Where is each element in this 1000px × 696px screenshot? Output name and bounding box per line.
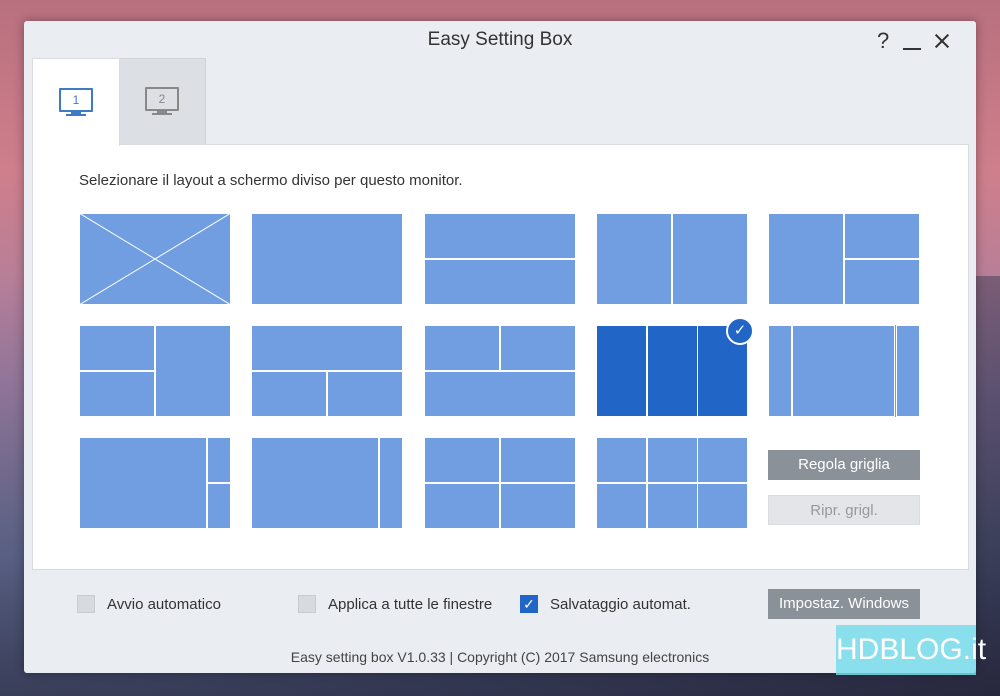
split-layout-option[interactable] [251,437,403,529]
layout-cell [79,437,207,529]
layout-cell [379,437,403,529]
layout-cell [500,437,576,483]
split-layout-option[interactable] [79,325,231,417]
split-layout-option[interactable] [596,213,748,305]
split-layout-option[interactable] [251,213,403,305]
layout-cell [79,325,155,371]
layout-cell [424,437,500,483]
layout-cell [207,437,231,483]
layout-cell [596,437,647,483]
split-layout-option[interactable] [79,213,231,305]
layout-cell [155,325,231,417]
split-layout-option[interactable] [424,437,576,529]
layout-cell [697,437,748,483]
layout-cell [697,483,748,529]
split-layout-option[interactable]: ✓ [596,317,754,417]
layout-cell [768,325,792,417]
selected-check-icon: ✓ [726,317,754,345]
layout-cell [251,325,403,371]
close-icon[interactable] [932,29,952,53]
layout-cell [672,213,748,305]
layout-panel: Selezionare il layout a schermo diviso p… [32,144,969,570]
window-title: Easy Setting Box [427,29,573,50]
monitor-icon: 2 [145,87,179,117]
split-layout-option[interactable] [424,213,576,305]
layout-cell [647,325,698,417]
monitor-number: 1 [59,87,93,112]
help-icon[interactable]: ? [877,29,889,53]
split-layout-option[interactable] [424,325,576,417]
copyright-text: Easy setting box V1.0.33 | Copyright (C)… [290,649,710,665]
auto-save-checkbox[interactable]: ✓ Salvataggio automat. [520,595,691,613]
reset-grid-button[interactable]: Ripr. grigl. [768,495,920,525]
layout-cell [207,483,231,529]
layout-cell [424,259,576,305]
layout-cell [896,325,920,417]
layout-cell [500,325,576,371]
layout-cell [768,213,844,305]
checkmark-icon: ✓ [520,595,538,613]
split-layout-option[interactable] [596,437,748,529]
minimize-icon[interactable] [901,29,921,53]
split-layout-option[interactable] [251,325,403,417]
split-layout-option[interactable] [768,325,920,417]
layout-cell [251,213,403,305]
layout-cell [424,371,576,417]
watermark-logo: HDBLOG.it [836,625,986,675]
layout-cell [596,325,647,417]
checkbox-label: Applica a tutte le finestre [328,595,493,613]
layout-cell [424,483,500,529]
auto-start-checkbox[interactable]: Avvio automatico [77,595,221,613]
layout-cell [792,325,895,417]
split-layout-option[interactable] [79,437,231,529]
layout-cell [251,437,379,529]
layout-cell [647,483,698,529]
layout-cell [844,213,920,259]
tab-monitor-1[interactable]: 1 [32,58,120,146]
monitor-icon: 1 [59,87,93,118]
layout-cell [251,371,327,417]
layout-cell [79,371,155,417]
checkbox-label: Salvataggio automat. [550,595,691,613]
options-bar: Avvio automatico Applica a tutte le fine… [32,569,967,639]
layout-cell [424,325,500,371]
layout-cell [596,213,672,305]
checkbox-box [298,595,316,613]
layout-cell [500,483,576,529]
tab-monitor-2[interactable]: 2 [118,58,206,146]
layout-cell [647,437,698,483]
layout-cell [424,213,576,259]
layout-cell [596,483,647,529]
app-window: Easy Setting Box ? 1 2 Selezionare il la… [24,21,976,673]
windows-settings-button[interactable]: Impostaz. Windows [768,589,920,619]
fullscreen-cross-icon [79,213,231,305]
checkbox-box [77,595,95,613]
apply-all-windows-checkbox[interactable]: Applica a tutte le finestre [298,595,492,613]
layout-cell [844,259,920,305]
instruction-text: Selezionare il layout a schermo diviso p… [79,172,463,189]
checkbox-label: Avvio automatico [107,595,221,613]
split-layout-option[interactable] [768,213,920,305]
monitor-number: 2 [145,87,179,111]
layout-cell [327,371,403,417]
adjust-grid-button[interactable]: Regola griglia [768,450,920,480]
